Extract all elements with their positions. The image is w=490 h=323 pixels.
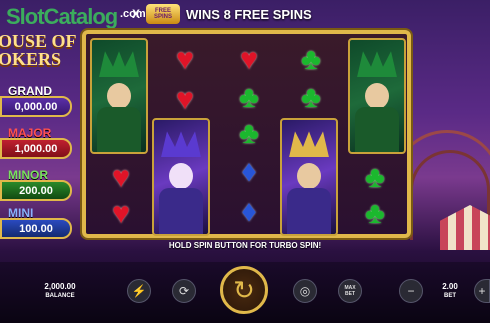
club-symbol: ♣ bbox=[365, 197, 385, 230]
multiplier-text: X bbox=[132, 7, 141, 21]
free-spins-badge: FREE SPINS bbox=[146, 4, 181, 24]
jackpot-grand-value: 0,000.00 bbox=[0, 96, 72, 117]
coins-icon[interactable]: ◎ bbox=[293, 279, 317, 303]
max-bet-button[interactable]: MAX BET bbox=[338, 279, 362, 303]
logo-line-1: OUSE OF bbox=[0, 31, 77, 51]
game-stage: SlotCatalog .com OUSE OF OKERS X FREE SP… bbox=[0, 0, 490, 323]
purple-jester-symbol bbox=[280, 118, 338, 236]
game-logo: OUSE OF OKERS bbox=[0, 8, 80, 68]
turbo-hint: HOLD SPIN BUTTON FOR TURBO SPIN! bbox=[168, 241, 322, 250]
reel-grid: ♥ ♥ ♥ ♥ ♥ ♣ ♣ ♦ ♦ ♣ ♣ ♣ ♣ bbox=[82, 30, 411, 238]
balance-label: BALANCE bbox=[45, 293, 75, 299]
diamond-symbol: ♦ bbox=[241, 195, 257, 228]
spin-button[interactable]: ↻ bbox=[220, 266, 268, 314]
balance-value: 2,000.00 bbox=[44, 282, 76, 291]
heart-symbol: ♥ bbox=[112, 197, 130, 230]
jackpot-minor-value: 200.00 bbox=[0, 180, 72, 201]
club-symbol: ♣ bbox=[239, 81, 259, 114]
spin-icon: ↻ bbox=[233, 274, 255, 305]
jackpot-major-value: 1,000.00 bbox=[0, 138, 72, 159]
club-symbol: ♣ bbox=[365, 161, 385, 194]
lightning-icon[interactable]: ⚡ bbox=[127, 279, 151, 303]
jackpot-mini-value: 100.00 bbox=[0, 218, 72, 239]
club-symbol: ♣ bbox=[301, 43, 321, 76]
autoplay-icon[interactable]: ⟳ bbox=[172, 279, 196, 303]
club-symbol: ♣ bbox=[301, 81, 321, 114]
win-banner: X FREE SPINS WINS 8 FREE SPINS bbox=[132, 4, 312, 24]
purple-jester-symbol bbox=[152, 118, 210, 236]
club-symbol: ♣ bbox=[239, 117, 259, 150]
logo-line-2: OKERS bbox=[0, 49, 62, 69]
heart-symbol: ♥ bbox=[176, 83, 194, 116]
heart-symbol: ♥ bbox=[112, 161, 130, 194]
bet-value: 2.00 bbox=[442, 282, 458, 291]
jester-green-symbol bbox=[90, 38, 148, 154]
heart-symbol: ♥ bbox=[176, 43, 194, 76]
diamond-symbol: ♦ bbox=[241, 155, 257, 188]
jester-green-symbol bbox=[348, 38, 406, 154]
minus-icon[interactable]: − bbox=[399, 279, 423, 303]
heart-symbol: ♥ bbox=[240, 43, 258, 76]
banner-text: WINS 8 FREE SPINS bbox=[186, 6, 312, 22]
bet-label: BET bbox=[444, 293, 456, 299]
